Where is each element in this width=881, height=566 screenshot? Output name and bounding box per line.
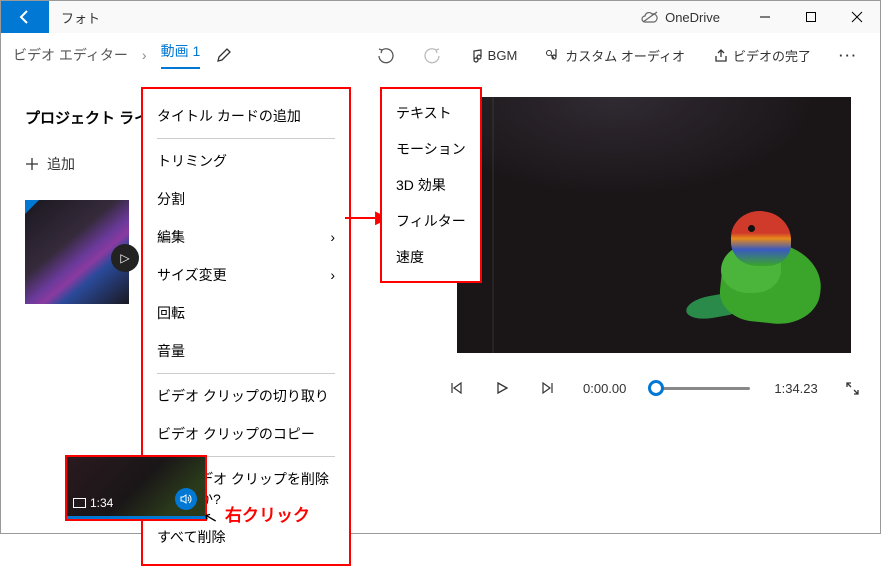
speaker-icon <box>180 493 192 505</box>
submenu-text[interactable]: テキスト <box>382 95 480 131</box>
submenu-motion[interactable]: モーション <box>382 131 480 167</box>
close-button[interactable] <box>834 1 880 33</box>
transport-controls: 0:00.00 1:34.23 <box>445 377 864 399</box>
back-button[interactable] <box>1 1 49 33</box>
menu-copy-clip[interactable]: ビデオ クリップのコピー <box>143 415 349 453</box>
submenu-filter[interactable]: フィルター <box>382 203 480 239</box>
chevron-right-icon: › <box>142 47 147 63</box>
window-controls <box>742 1 880 33</box>
menu-edit[interactable]: 編集› <box>143 218 349 256</box>
submenu-3d-effects[interactable]: 3D 効果 <box>382 167 480 203</box>
minimize-button[interactable] <box>742 1 788 33</box>
cloud-icon <box>641 11 659 23</box>
undo-button[interactable] <box>367 46 405 64</box>
plus-icon <box>25 157 39 171</box>
edit-submenu: テキスト モーション 3D 効果 フィルター 速度 <box>380 87 482 283</box>
title-bar: フォト OneDrive <box>1 1 880 33</box>
export-icon <box>713 48 729 63</box>
seek-handle[interactable] <box>648 380 664 396</box>
breadcrumb[interactable]: ビデオ エディター <box>13 45 128 65</box>
play-icon: ▷ <box>111 244 139 272</box>
finish-video-button[interactable]: ビデオの完了 <box>703 46 821 65</box>
maximize-button[interactable] <box>788 1 834 33</box>
storyboard-clip[interactable]: 1:34 <box>65 455 207 521</box>
edit-name-button[interactable] <box>216 47 232 63</box>
chevron-right-icon: › <box>330 229 335 245</box>
redo-button[interactable] <box>413 46 451 64</box>
menu-rotate[interactable]: 回転 <box>143 294 349 332</box>
app-title: フォト <box>61 8 100 27</box>
custom-audio-button[interactable]: カスタム オーディオ <box>535 46 695 65</box>
bgm-button[interactable]: BGM <box>459 48 528 63</box>
clip-duration: 1:34 <box>73 496 113 510</box>
onedrive-status[interactable]: OneDrive <box>641 10 720 25</box>
menu-resize[interactable]: サイズ変更› <box>143 256 349 294</box>
seek-bar[interactable] <box>650 387 750 390</box>
total-time: 1:34.23 <box>774 381 817 396</box>
annotation-right-click: 右クリック <box>225 501 310 526</box>
submenu-speed[interactable]: 速度 <box>382 239 480 275</box>
fullscreen-button[interactable] <box>842 377 864 399</box>
menu-trim[interactable]: トリミング <box>143 142 349 180</box>
more-button[interactable]: ··· <box>829 48 868 63</box>
audio-icon <box>545 48 561 63</box>
duration-icon <box>73 498 86 508</box>
project-name[interactable]: 動画 1 <box>161 41 201 69</box>
chevron-right-icon: › <box>330 267 335 283</box>
music-icon <box>469 48 484 63</box>
clip-audio-button[interactable] <box>175 488 197 510</box>
video-preview[interactable] <box>457 97 851 353</box>
current-time: 0:00.00 <box>583 381 626 396</box>
next-frame-button[interactable] <box>537 377 559 399</box>
menu-cut-clip[interactable]: ビデオ クリップの切り取り <box>143 377 349 415</box>
toolbar: ビデオ エディター › 動画 1 BGM カスタム オーディオ ビデオの完了 ·… <box>1 33 880 77</box>
library-clip-thumbnail[interactable]: ▷ <box>25 200 129 304</box>
prev-frame-button[interactable] <box>445 377 467 399</box>
menu-split[interactable]: 分割 <box>143 180 349 218</box>
play-button[interactable] <box>491 377 513 399</box>
menu-add-title-card[interactable]: タイトル カードの追加 <box>143 97 349 135</box>
menu-volume[interactable]: 音量 <box>143 332 349 370</box>
